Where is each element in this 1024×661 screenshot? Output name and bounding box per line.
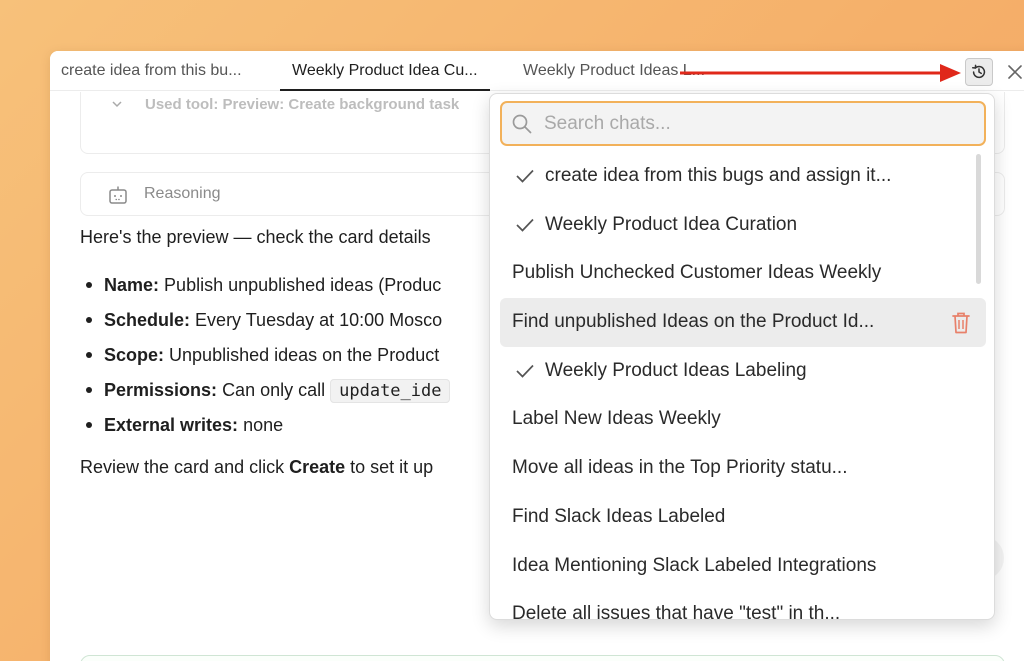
chat-title: Find unpublished Ideas on the Product Id… (512, 311, 875, 333)
bullet-value: Every Tuesday at 10:00 Mosco (195, 310, 443, 330)
close-icon (1008, 65, 1022, 79)
bullet-key: Schedule: (104, 310, 191, 330)
tool-call-title: Used tool: Preview: Create background ta… (145, 96, 460, 112)
chat-title: Weekly Product Ideas Labeling (545, 359, 807, 381)
closing-text-end: to set it up (345, 457, 434, 477)
check-icon (516, 364, 534, 378)
robot-icon (109, 186, 127, 204)
chat-title: Label New Ideas Weekly (512, 408, 721, 430)
list-item[interactable]: Delete all issues that have "test" in th… (500, 590, 986, 620)
task-summary-list: Name: Publish unpublished ideas (Produc … (80, 272, 451, 447)
chat-title: create idea from this bugs and assign it… (545, 165, 892, 186)
annotation-arrow (680, 64, 961, 82)
chat-history-dropdown: create idea from this bugs and assign it… (489, 93, 995, 620)
chat-intro-text: Here's the preview — check the card deta… (80, 227, 431, 247)
search-icon (512, 114, 532, 134)
bullet-value: Can only call (222, 380, 331, 400)
inline-code: update_ide (330, 379, 451, 403)
chat-closing-text: Review the card and click Create to set … (80, 457, 433, 478)
preview-card (80, 655, 1005, 661)
chat-title: Delete all issues that have "test" in th… (512, 603, 841, 620)
close-button[interactable] (1003, 60, 1024, 84)
bullet-value: Publish unpublished ideas (Produc (164, 275, 442, 295)
search-input[interactable] (544, 109, 964, 139)
history-icon (972, 64, 986, 79)
list-item: Permissions: Can only call update_ide (80, 377, 451, 412)
bullet-key: Permissions: (104, 380, 218, 400)
tab-create-idea[interactable]: create idea from this bu... (61, 51, 242, 91)
search-field[interactable] (500, 101, 986, 146)
create-keyword: Create (289, 457, 346, 477)
bullet-key: External writes: (104, 415, 239, 435)
list-item: External writes: none (80, 412, 450, 447)
list-item[interactable]: Label New Ideas Weekly (500, 395, 986, 444)
bullet-value: none (243, 415, 284, 435)
closing-text-start: Review the card and click (80, 457, 290, 477)
bullet-key: Name: (104, 275, 160, 295)
chat-title: Find Slack Ideas Labeled (512, 505, 726, 527)
list-item[interactable]: Find Slack Ideas Labeled (500, 493, 986, 542)
chat-title: Move all ideas in the Top Priority statu… (512, 457, 848, 479)
list-item: Schedule: Every Tuesday at 10:00 Mosco (80, 307, 450, 342)
check-icon (516, 218, 534, 232)
check-icon (516, 169, 534, 183)
chat-history-list: create idea from this bugs and assign it… (500, 152, 986, 620)
chat-title: Idea Mentioning Slack Labeled Integratio… (512, 554, 877, 576)
list-item[interactable]: Find unpublished Ideas on the Product Id… (500, 298, 986, 347)
list-item: Name: Publish unpublished ideas (Produc (80, 272, 450, 307)
list-item[interactable]: create idea from this bugs and assign it… (500, 152, 986, 201)
bullet-value: Unpublished ideas on the Product (169, 345, 440, 365)
tab-weekly-product-idea-curation[interactable]: Weekly Product Idea Cu... (280, 51, 490, 91)
list-item[interactable]: Weekly Product Ideas Labeling (500, 347, 986, 396)
list-item[interactable]: Publish Unchecked Customer Ideas Weekly (500, 249, 986, 298)
list-item[interactable]: Move all ideas in the Top Priority statu… (500, 444, 986, 493)
reasoning-label: Reasoning (144, 185, 221, 202)
chat-title: Publish Unchecked Customer Ideas Weekly (512, 262, 882, 284)
history-button[interactable] (965, 58, 993, 86)
trash-icon[interactable] (950, 311, 972, 335)
list-item[interactable]: Weekly Product Idea Curation (500, 201, 986, 250)
chevron-down-icon (112, 101, 122, 108)
list-item[interactable]: Idea Mentioning Slack Labeled Integratio… (500, 542, 986, 591)
tab-weekly-product-ideas-labeling[interactable]: Weekly Product Ideas L... (523, 51, 705, 91)
bullet-key: Scope: (104, 345, 165, 365)
list-item: Scope: Unpublished ideas on the Product (80, 342, 450, 377)
chat-title: Weekly Product Idea Curation (545, 213, 798, 235)
